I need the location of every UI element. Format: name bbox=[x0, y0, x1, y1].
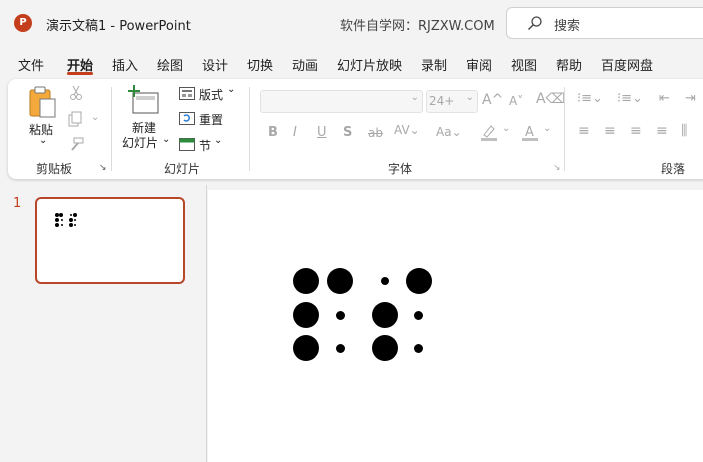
tab-animations[interactable]: 动画 bbox=[292, 55, 318, 74]
section-icon[interactable] bbox=[179, 138, 195, 151]
section-chevron-icon[interactable]: ⌄ bbox=[214, 135, 222, 146]
font-color-chevron-icon[interactable]: ⌄ bbox=[543, 123, 551, 134]
new-slide-icon[interactable] bbox=[128, 85, 160, 115]
paste-dropdown-chevron-icon[interactable]: ⌄ bbox=[39, 135, 47, 146]
tab-insert[interactable]: 插入 bbox=[112, 55, 138, 74]
group-divider bbox=[564, 87, 565, 171]
tab-help[interactable]: 帮助 bbox=[556, 55, 582, 74]
layout-icon[interactable] bbox=[179, 87, 195, 100]
slide-thumbnail[interactable] bbox=[35, 197, 185, 284]
braille-dot[interactable] bbox=[381, 277, 389, 285]
tab-slideshow[interactable]: 幻灯片放映 bbox=[337, 55, 402, 74]
change-case-icon[interactable]: Aa⌄ bbox=[436, 125, 462, 139]
copy-dropdown-chevron-icon[interactable]: ⌄ bbox=[91, 112, 99, 123]
clipboard-group-label: 剪贴板 bbox=[36, 162, 73, 176]
font-size-select[interactable]: 24+ ⌄ bbox=[426, 90, 478, 113]
columns-icon[interactable]: ⫼ bbox=[681, 123, 687, 139]
align-left-icon[interactable]: ≡ bbox=[578, 123, 590, 139]
cut-icon[interactable] bbox=[69, 85, 83, 101]
layout-chevron-icon[interactable]: ⌄ bbox=[227, 84, 235, 95]
section-label[interactable]: 节 bbox=[199, 137, 211, 154]
tab-record[interactable]: 录制 bbox=[421, 55, 447, 74]
increase-font-size-icon[interactable]: A^ bbox=[482, 92, 503, 108]
svg-text:A: A bbox=[525, 125, 534, 140]
tab-review[interactable]: 审阅 bbox=[466, 55, 492, 74]
search-icon bbox=[528, 16, 542, 30]
font-color-icon[interactable]: A bbox=[521, 124, 539, 141]
slide-canvas[interactable] bbox=[208, 190, 703, 462]
clear-formatting-icon[interactable]: A⌫ bbox=[536, 91, 565, 107]
reset-label[interactable]: 重置 bbox=[199, 111, 223, 128]
document-title: 演示文稿1 - PowerPoint bbox=[46, 19, 191, 34]
font-launcher-icon[interactable]: ↘ bbox=[553, 163, 561, 173]
ribbon: 粘贴 ⌄ ⌄ 剪贴板 ↘ 新建 幻灯片 ⌄ 版式 ⌄ 重置 节 ⌄ 幻灯片 ⌄ … bbox=[8, 79, 703, 179]
decrease-font-size-icon[interactable]: A˅ bbox=[509, 94, 523, 108]
bold-icon[interactable]: B bbox=[268, 125, 278, 140]
align-right-icon[interactable]: ≡ bbox=[630, 123, 642, 139]
copy-icon[interactable] bbox=[68, 111, 82, 127]
strikethrough-icon[interactable]: ab bbox=[368, 126, 383, 140]
braille-dot[interactable] bbox=[372, 335, 398, 361]
tab-transitions[interactable]: 切换 bbox=[247, 55, 273, 74]
search-placeholder: 搜索 bbox=[554, 19, 581, 34]
thumbnail-braille-preview bbox=[55, 213, 77, 227]
braille-dot[interactable] bbox=[293, 335, 319, 361]
numbering-icon[interactable]: ⁝≡⌄ bbox=[617, 91, 643, 106]
highlight-icon[interactable] bbox=[480, 124, 498, 141]
font-name-select[interactable]: ⌄ bbox=[260, 90, 423, 113]
tab-view[interactable]: 视图 bbox=[511, 55, 537, 74]
format-painter-icon[interactable] bbox=[68, 137, 84, 153]
braille-dot[interactable] bbox=[327, 268, 353, 294]
reset-icon[interactable] bbox=[179, 112, 195, 125]
slide-number: 1 bbox=[13, 196, 22, 211]
braille-dot[interactable] bbox=[293, 302, 319, 328]
braille-dot[interactable] bbox=[414, 344, 423, 353]
clipboard-launcher-icon[interactable]: ↘ bbox=[99, 163, 107, 173]
bullets-icon[interactable]: ⁝≡⌄ bbox=[577, 91, 603, 106]
highlight-chevron-icon[interactable]: ⌄ bbox=[502, 123, 510, 134]
tab-design[interactable]: 设计 bbox=[202, 55, 228, 74]
font-size-value: 24+ bbox=[429, 94, 455, 108]
align-center-icon[interactable]: ≡ bbox=[604, 123, 616, 139]
braille-dot[interactable] bbox=[414, 311, 423, 320]
braille-dot[interactable] bbox=[406, 268, 432, 294]
font-size-chevron-icon[interactable]: ⌄ bbox=[466, 92, 474, 103]
justify-icon[interactable]: ≡ bbox=[656, 123, 668, 139]
tab-draw[interactable]: 绘图 bbox=[157, 55, 183, 74]
font-group-label: 字体 bbox=[388, 162, 413, 176]
text-shadow-icon[interactable]: S bbox=[343, 125, 352, 140]
tab-baidu-netdisk[interactable]: 百度网盘 bbox=[601, 55, 653, 74]
braille-dot[interactable] bbox=[336, 344, 345, 353]
character-spacing-icon[interactable]: AV⌄ bbox=[394, 123, 420, 137]
decrease-indent-icon[interactable]: ⇤ bbox=[659, 91, 670, 106]
braille-dot[interactable] bbox=[372, 302, 398, 328]
underline-icon[interactable]: U bbox=[317, 125, 327, 140]
group-divider bbox=[111, 87, 112, 171]
new-slide-chevron-icon[interactable]: ⌄ bbox=[162, 134, 170, 145]
powerpoint-logo-icon: P bbox=[14, 14, 32, 32]
paragraph-group-label: 段落 bbox=[661, 162, 686, 176]
tab-file[interactable]: 文件 bbox=[18, 55, 44, 74]
braille-dot[interactable] bbox=[293, 268, 319, 294]
layout-label[interactable]: 版式 bbox=[199, 86, 223, 103]
title-bar: P 演示文稿1 - PowerPoint 软件自学网：RJZXW.COM 搜索 bbox=[0, 0, 703, 46]
slides-group-label: 幻灯片 bbox=[164, 162, 201, 176]
ribbon-tabs: 文件 开始 插入 绘图 设计 切换 动画 幻灯片放映 录制 审阅 视图 帮助 百… bbox=[0, 50, 703, 76]
braille-dot[interactable] bbox=[336, 311, 345, 320]
font-name-chevron-icon[interactable]: ⌄ bbox=[411, 92, 419, 103]
active-tab-indicator bbox=[67, 72, 93, 75]
increase-indent-icon[interactable]: ⇥ bbox=[685, 91, 696, 106]
paste-icon[interactable] bbox=[28, 85, 58, 119]
search-box[interactable]: 搜索 bbox=[506, 7, 703, 39]
watermark-text: 软件自学网：RJZXW.COM bbox=[340, 19, 495, 34]
group-divider bbox=[249, 87, 250, 171]
new-slide-label-line2[interactable]: 幻灯片 bbox=[122, 134, 158, 151]
italic-icon[interactable]: I bbox=[293, 125, 297, 140]
